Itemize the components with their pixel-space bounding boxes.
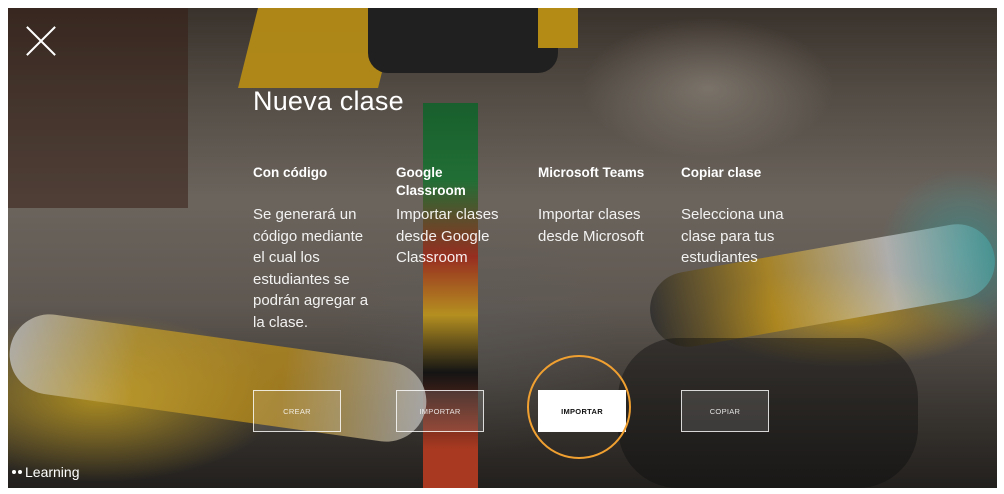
dialog-title: Nueva clase [253, 86, 404, 116]
import-google-button[interactable]: IMPORTAR [396, 390, 484, 432]
brand-name: Learning [25, 464, 80, 480]
option-google-classroom: Google Classroom Importar clases desde G… [396, 164, 514, 269]
option-description: Se generará un código mediante el cual l… [253, 206, 369, 331]
crear-button[interactable]: CREAR [253, 390, 341, 432]
option-microsoft-teams: Microsoft Teams Importar clases desde Mi… [538, 164, 656, 247]
option-description: Importar clases desde Microsoft [538, 206, 644, 245]
option-title: Microsoft Teams [538, 165, 645, 180]
highlight-ring [527, 355, 631, 459]
option-title: Con código [253, 165, 328, 180]
dots-icon [12, 470, 22, 474]
brand-logo: Learning [12, 464, 80, 480]
option-description: Importar clases desde Google Classroom [396, 206, 499, 266]
option-description: Selecciona una clase para tus estudiante… [681, 206, 784, 266]
option-con-codigo: Con código Se generará un código mediant… [253, 164, 371, 333]
close-icon[interactable] [24, 24, 58, 58]
copiar-button[interactable]: COPIAR [681, 390, 769, 432]
background-photo: Nueva clase Con código Se generará un có… [8, 8, 997, 488]
option-copiar-clase: Copiar clase Selecciona una clase para t… [681, 164, 799, 269]
option-title: Google Classroom [396, 165, 466, 198]
option-title: Copiar clase [681, 165, 762, 180]
